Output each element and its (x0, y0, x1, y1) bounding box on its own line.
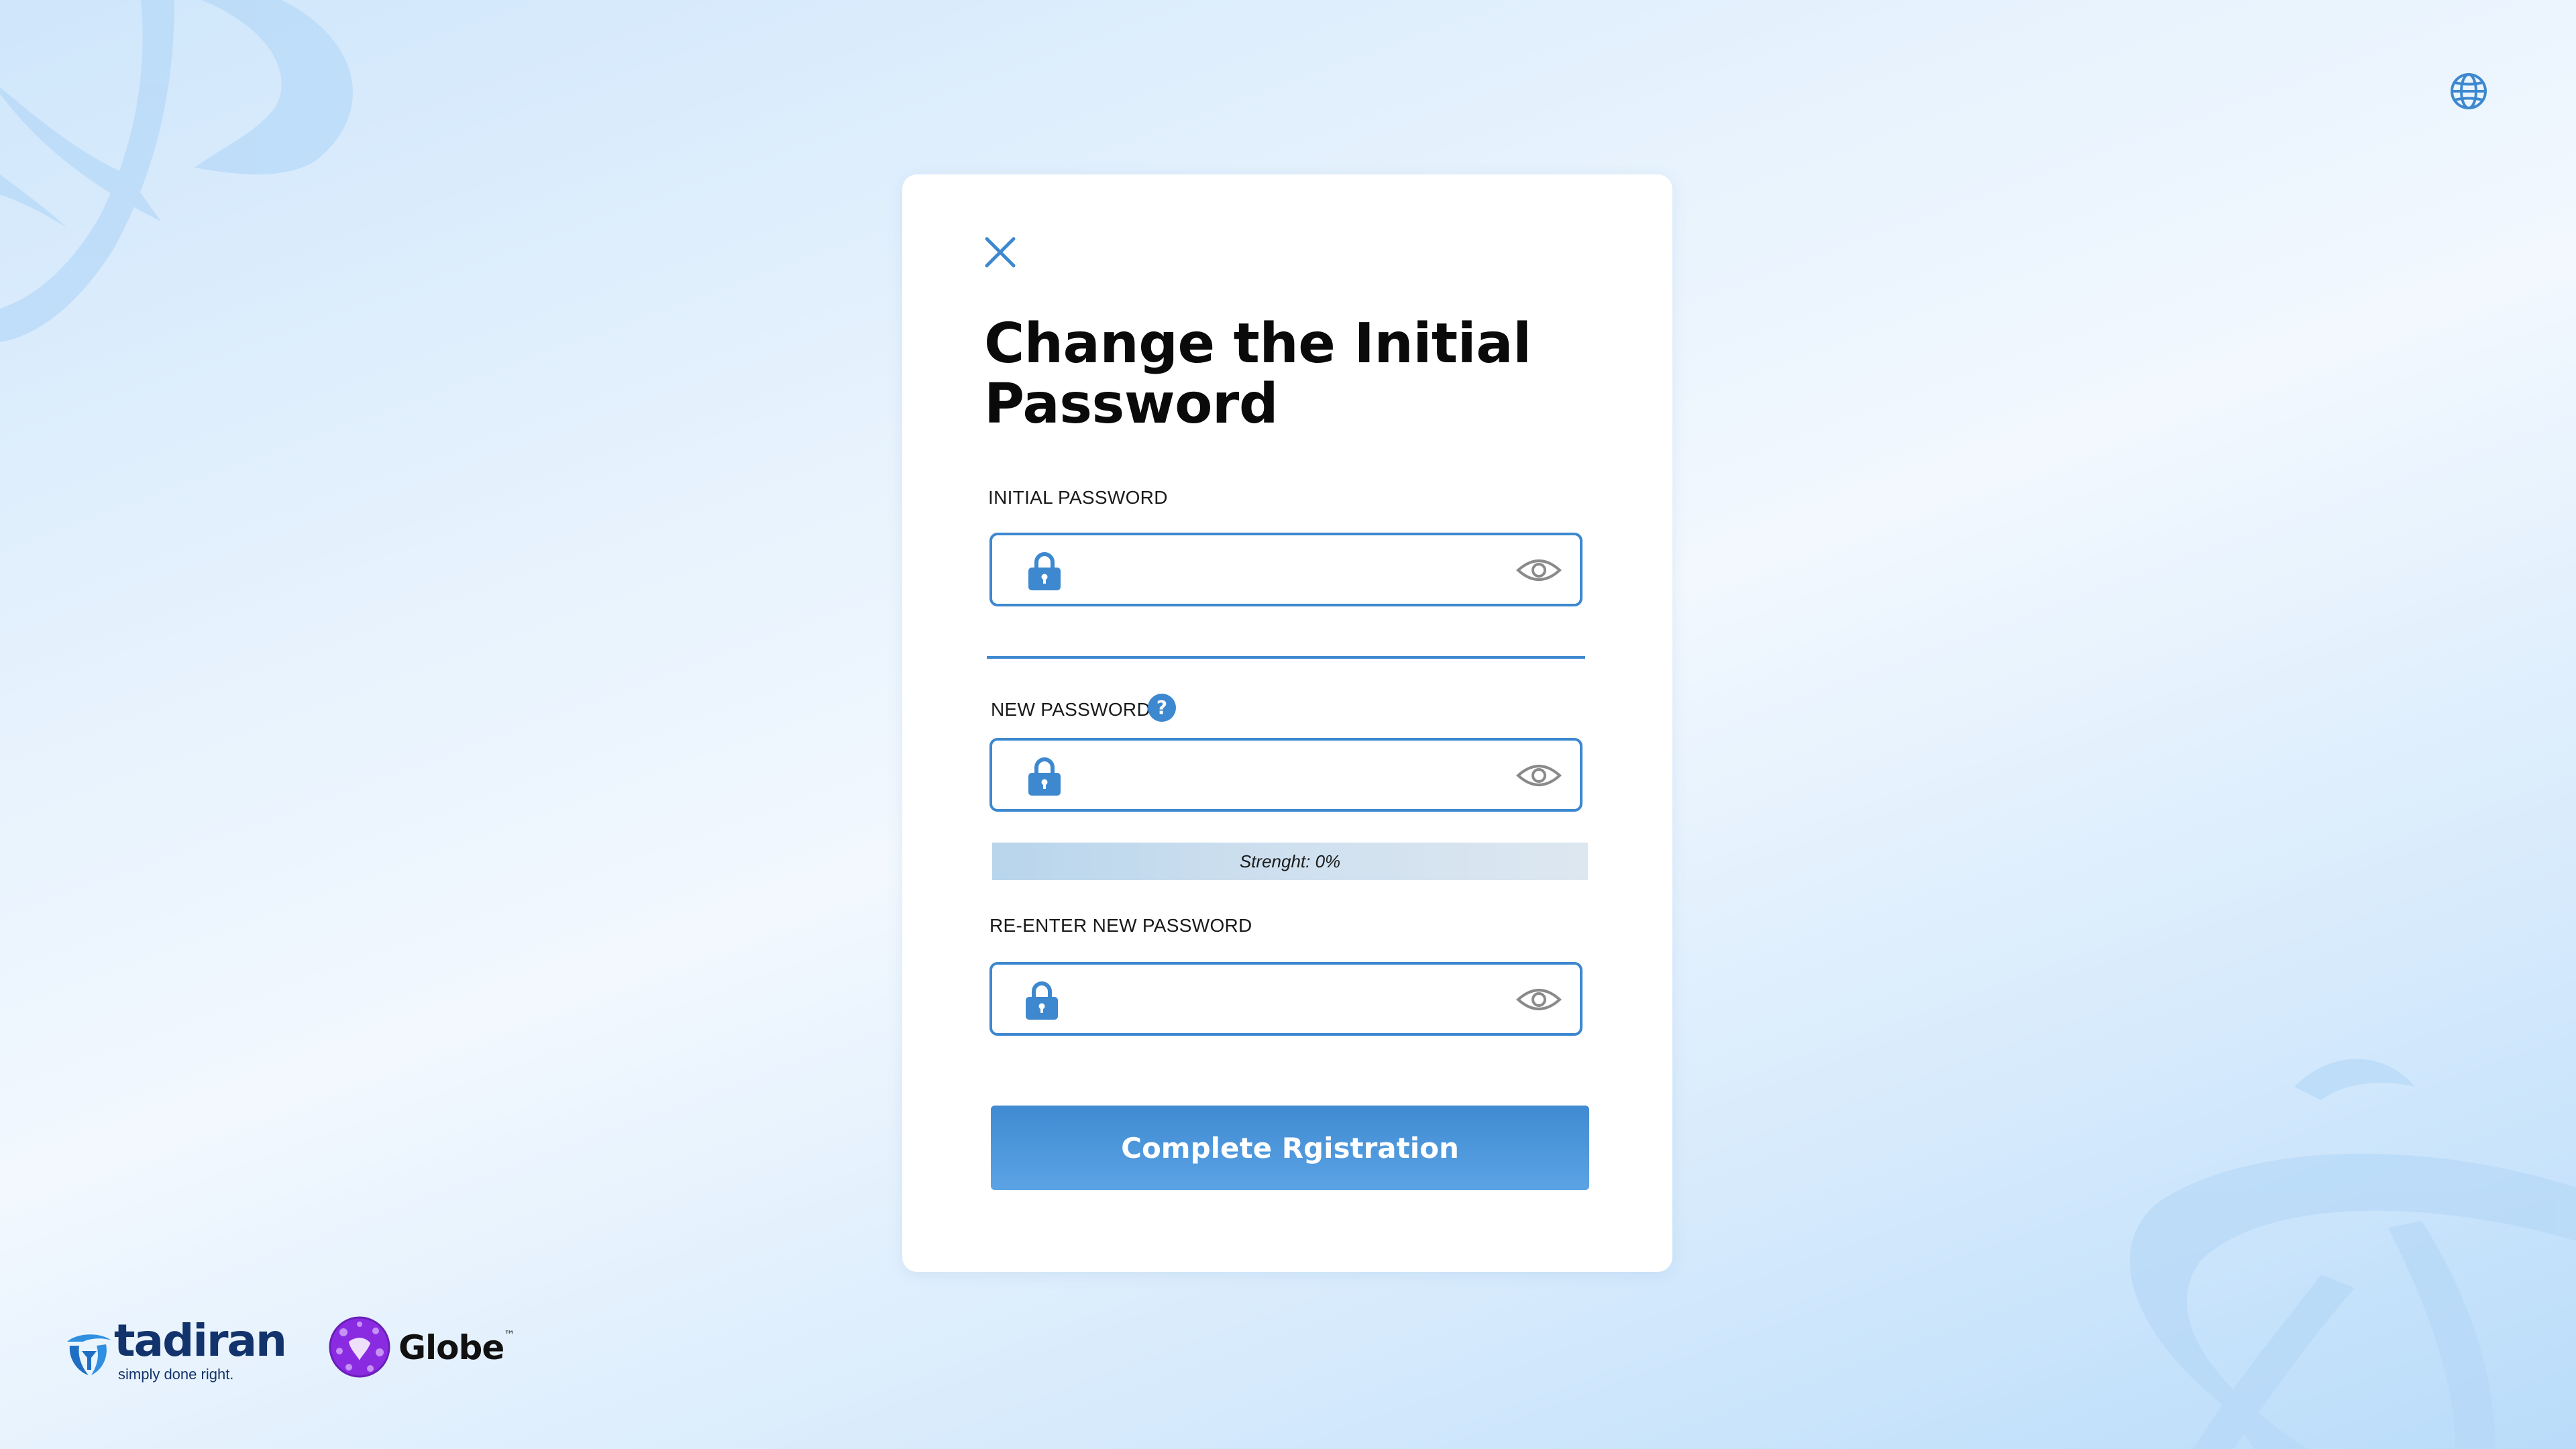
language-button[interactable] (2449, 71, 2489, 111)
confirm-password-input[interactable] (1066, 971, 1485, 1028)
close-button[interactable] (983, 235, 1018, 270)
initial-password-input[interactable] (1066, 542, 1485, 598)
globe-trademark: ™ (504, 1328, 515, 1341)
eye-icon[interactable] (1515, 761, 1562, 790)
strength-text: Strenght: 0% (1239, 851, 1341, 871)
page-title: Change the Initial Password (984, 312, 1532, 436)
globe-icon (2451, 73, 2487, 109)
lock-icon (1028, 552, 1061, 590)
lock-icon (1028, 757, 1061, 796)
tadiran-wordmark: tadiran (114, 1315, 287, 1366)
confirm-password-label: RE-ENTER NEW PASSWORD (989, 915, 1252, 936)
tadiran-tagline: simply done right. (118, 1366, 234, 1383)
complete-registration-button[interactable]: Complete Rgistration (991, 1106, 1589, 1190)
confirm-password-field[interactable] (989, 962, 1582, 1036)
change-password-dialog: Change the Initial Password INITIAL PASS… (902, 174, 1672, 1272)
initial-password-field[interactable] (989, 533, 1582, 606)
globe-mark-icon (329, 1316, 390, 1378)
question-icon[interactable]: ? (1148, 694, 1176, 722)
globe-wordmark: Globe™ (398, 1328, 515, 1367)
close-icon (985, 237, 1016, 268)
new-password-field[interactable] (989, 738, 1582, 812)
new-password-label: NEW PASSWORD (991, 699, 1150, 720)
globe-logo: Globe™ (329, 1316, 515, 1383)
initial-password-label: INITIAL PASSWORD (988, 487, 1168, 508)
eye-icon[interactable] (1515, 555, 1562, 585)
eye-icon[interactable] (1515, 985, 1562, 1014)
password-strength-meter: Strenght: 0% (992, 843, 1588, 880)
tadiran-logo: tadiran simply done right. (64, 1315, 287, 1383)
section-divider (987, 656, 1585, 659)
globe-name: Globe (398, 1328, 504, 1367)
new-password-input[interactable] (1066, 747, 1485, 804)
tadiran-mark-icon (67, 1334, 111, 1375)
lock-icon (1026, 981, 1058, 1020)
